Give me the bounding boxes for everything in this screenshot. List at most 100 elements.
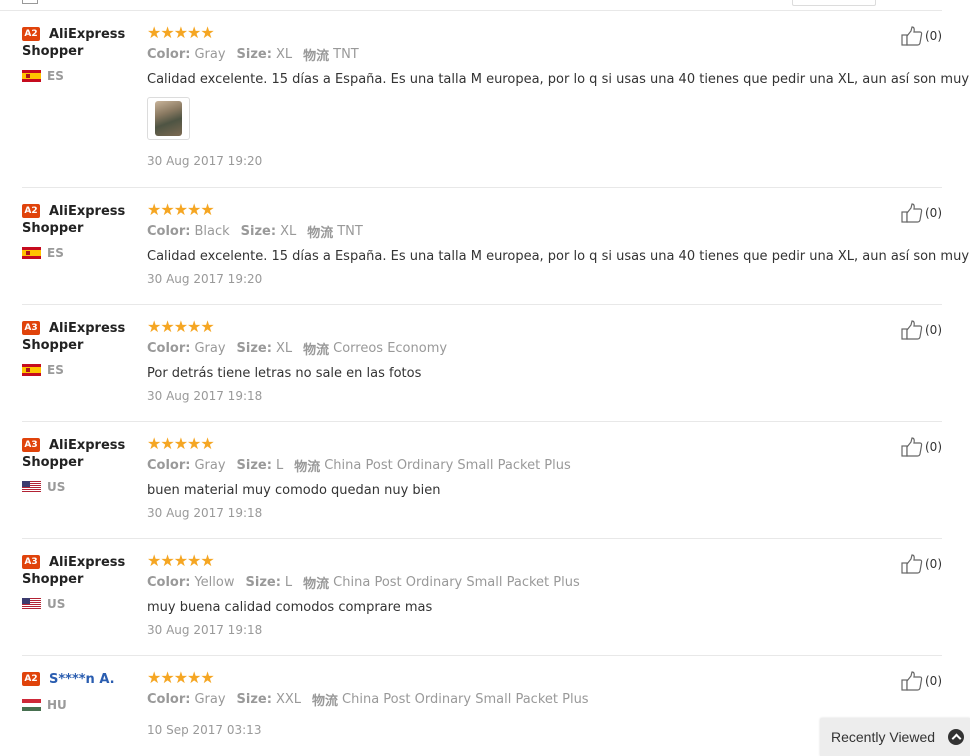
reviewer-info: A2 AliExpress Shopper ES [22, 202, 142, 261]
star-icon: ★ [173, 317, 188, 336]
buyer-level-badge: A3 [22, 438, 40, 452]
helpful-count: (0) [925, 674, 942, 688]
review-date: 30 Aug 2017 19:18 [147, 623, 263, 637]
star-icon: ★ [173, 551, 188, 570]
buyer-level-badge: A2 [22, 672, 40, 686]
review-item: A3 AliExpress Shopper US ★ ★ ★ ★ ★ Color: Gra… [22, 436, 942, 536]
spain-flag-icon [22, 247, 41, 259]
thumbs-up-icon [901, 320, 923, 340]
star-icon: ★ [147, 23, 161, 42]
helpful-count: (0) [925, 323, 942, 337]
reviewer-name-link[interactable]: S****n A. [49, 672, 115, 687]
star-rating: ★ ★ ★ ★ ★ [147, 319, 877, 335]
star-icon: ★ [173, 23, 188, 42]
reviewer-name-line2: Shopper [22, 44, 84, 59]
divider [22, 421, 942, 422]
reviewer-name: AliExpress [49, 437, 126, 453]
attr-value-color: Gray [194, 692, 226, 707]
attr-label-color: Color: [147, 224, 191, 239]
star-icon: ★ [200, 23, 214, 42]
helpful-button[interactable]: (0) [901, 202, 942, 224]
attr-value-size: XXL [275, 692, 302, 707]
attr-value-size: XL [275, 341, 293, 356]
star-rating: ★ ★ ★ ★ ★ [147, 553, 877, 569]
top-strip [0, 0, 970, 11]
review-date: 30 Aug 2017 19:20 [147, 154, 263, 168]
attr-label-color: Color: [147, 458, 191, 473]
review-item: A3 AliExpress Shopper US ★ ★ ★ ★ ★ Color: Yel… [22, 553, 942, 653]
helpful-button[interactable]: (0) [901, 553, 942, 575]
spain-flag-icon [22, 364, 41, 376]
star-rating: ★ ★ ★ ★ ★ [147, 202, 877, 218]
attr-label-color: Color: [147, 47, 191, 62]
attr-value-size: XL [280, 224, 297, 239]
attr-label-shipping: 物流 [303, 577, 330, 592]
hungary-flag-icon [22, 699, 41, 711]
thumbs-up-icon [901, 554, 923, 574]
us-flag-icon [22, 598, 41, 610]
star-icon: ★ [200, 200, 214, 219]
reviewer-info: A3 AliExpress Shopper US [22, 553, 142, 612]
top-checkbox-fragment [22, 0, 38, 4]
review-item: A2 AliExpress Shopper ES ★ ★ ★ ★ ★ Color: Gra… [22, 23, 970, 175]
thumbs-up-icon [901, 671, 923, 691]
chevron-up-circle-icon[interactable] [948, 729, 964, 745]
reviewer-name-line2: Shopper [22, 455, 84, 470]
star-icon: ★ [147, 317, 161, 336]
reviewer-name-line2: Shopper [22, 338, 84, 353]
reviewer-info: A3 AliExpress Shopper US [22, 436, 142, 495]
star-icon: ★ [200, 551, 214, 570]
buyer-level-badge: A3 [22, 321, 40, 335]
star-icon: ★ [187, 551, 201, 570]
reviewer-info: A2 AliExpress Shopper ES [22, 25, 142, 84]
reviewer-country: US [22, 479, 142, 495]
divider [22, 538, 942, 539]
reviewer-name: AliExpress [49, 320, 126, 336]
reviewer-name-line2: Shopper [22, 572, 84, 587]
attr-value-color: Gray [194, 458, 226, 473]
review-content: ★ ★ ★ ★ ★ Color: Gray Size: L 物流 China Post Ord… [147, 436, 877, 521]
country-code: US [47, 597, 66, 611]
attr-value-size: L [284, 575, 293, 590]
buyer-level-badge: A3 [22, 555, 40, 569]
attr-label-color: Color: [147, 575, 191, 590]
review-text: Calidad excelente. 15 días a España. Es … [147, 72, 970, 87]
star-icon: ★ [187, 23, 201, 42]
attr-label-color: Color: [147, 341, 191, 356]
star-icon: ★ [160, 434, 174, 453]
attr-value-size: L [275, 458, 284, 473]
attr-label-shipping: 物流 [294, 460, 321, 475]
country-code: HU [47, 698, 67, 712]
reviewer-info: A2 S****n A. HU [22, 670, 142, 713]
star-icon: ★ [187, 668, 201, 687]
spain-flag-icon [22, 70, 41, 82]
helpful-count: (0) [925, 206, 942, 220]
helpful-button[interactable]: (0) [901, 25, 942, 47]
thumbs-up-icon [901, 203, 923, 223]
recently-viewed-tab[interactable]: Recently Viewed [820, 718, 970, 756]
review-text: muy buena calidad comodos comprare mas [147, 600, 433, 615]
review-text: Calidad excelente. 15 días a España. Es … [147, 249, 970, 264]
review-content: ★ ★ ★ ★ ★ Color: Gray Size: XXL 物流 China Post O… [147, 670, 877, 738]
star-icon: ★ [187, 200, 201, 219]
reviewer-country: ES [22, 245, 142, 261]
review-text: Por detrás tiene letras no sale en las f… [147, 366, 422, 381]
attr-value-color: Yellow [194, 575, 235, 590]
helpful-button[interactable]: (0) [901, 670, 942, 692]
helpful-button[interactable]: (0) [901, 319, 942, 341]
review-date: 10 Sep 2017 03:13 [147, 723, 262, 737]
us-flag-icon [22, 481, 41, 493]
attr-label-shipping: 物流 [303, 343, 330, 358]
star-icon: ★ [160, 200, 174, 219]
attr-label-shipping: 物流 [303, 49, 330, 64]
helpful-button[interactable]: (0) [901, 436, 942, 458]
star-icon: ★ [200, 317, 214, 336]
star-icon: ★ [160, 317, 174, 336]
reviewer-name: AliExpress [49, 554, 126, 570]
country-code: ES [47, 363, 64, 377]
attr-value-shipping: China Post Ordinary Small Packet Plus [324, 458, 571, 473]
review-photo-thumbnail[interactable] [147, 97, 190, 140]
country-code: US [47, 480, 66, 494]
review-text: buen material muy comodo quedan nuy bien [147, 483, 441, 498]
top-control-fragment [792, 0, 876, 6]
